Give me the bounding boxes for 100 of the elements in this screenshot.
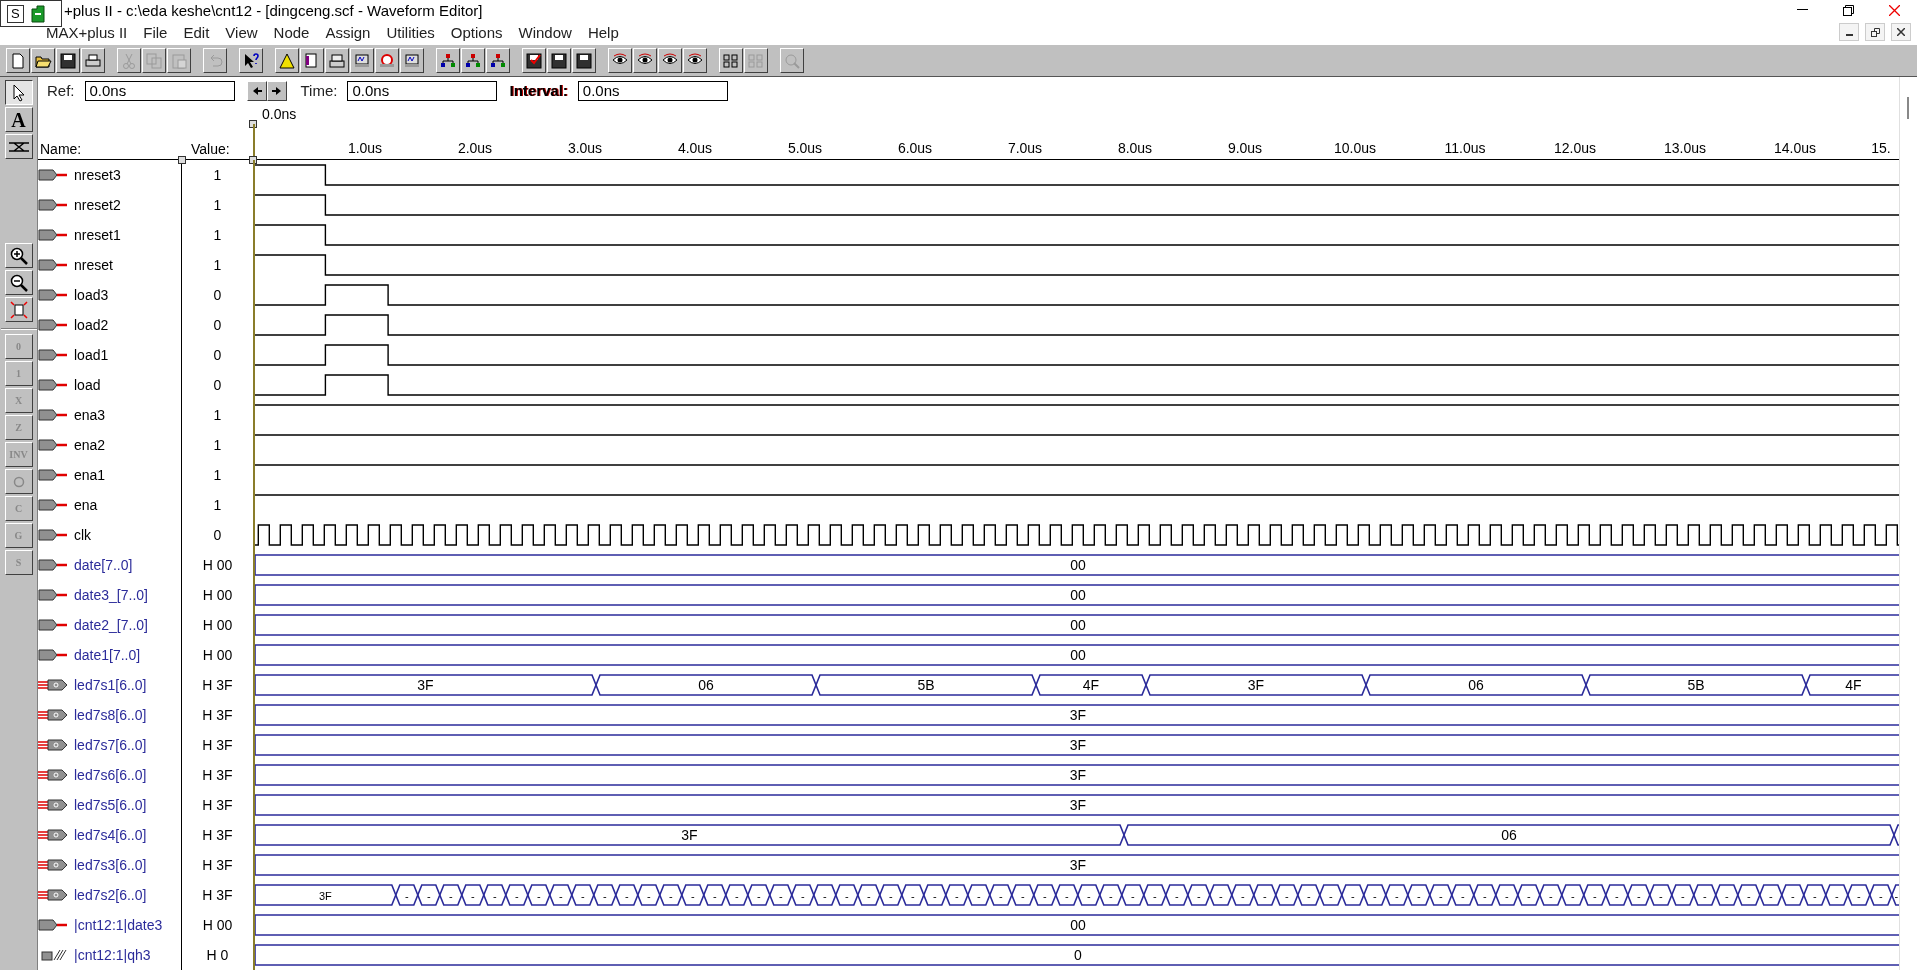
signal-name[interactable]: clk: [74, 527, 92, 543]
signal-name[interactable]: led7s6[6..0]: [74, 767, 147, 783]
signal-name[interactable]: ena3: [74, 407, 106, 423]
toolbar-button[interactable]: [658, 48, 682, 73]
bus-value: 3F: [681, 827, 698, 843]
fit-window-button[interactable]: [4, 297, 33, 322]
toolbar-button[interactable]: [683, 48, 707, 73]
menu-item[interactable]: MAX+plus II: [38, 24, 136, 41]
interval-field[interactable]: 0.0ns: [577, 80, 728, 101]
signal-value: H 00: [201, 586, 234, 605]
signal-name[interactable]: date[7..0]: [74, 557, 133, 573]
toolbar-button[interactable]: [56, 48, 80, 73]
toolbar-button[interactable]: [572, 48, 596, 73]
minimize-button[interactable]: [1839, 23, 1859, 41]
signal-value: H 3F: [201, 856, 234, 875]
time-field[interactable]: 0.0ns: [347, 80, 498, 101]
zoom-in-button[interactable]: [4, 243, 33, 268]
signal-name[interactable]: led7s4[6..0]: [74, 827, 147, 843]
bus-value: 3F: [319, 890, 332, 902]
signal-name[interactable]: nreset2: [74, 197, 121, 213]
signal-name[interactable]: nreset1: [74, 227, 121, 243]
signal-name[interactable]: nreset3: [74, 167, 121, 183]
zoom-out-button[interactable]: [4, 270, 33, 295]
bus-value: -: [1724, 890, 1729, 902]
signal-name[interactable]: ena1: [74, 467, 106, 483]
signal-name[interactable]: ena: [74, 497, 98, 513]
close-button[interactable]: [1891, 23, 1911, 41]
column-handle[interactable]: [178, 156, 186, 164]
menu-item[interactable]: Edit: [175, 24, 218, 41]
signal-name[interactable]: led7s5[6..0]: [74, 797, 147, 813]
ref-field[interactable]: 0.0ns: [84, 80, 235, 101]
toolbar-button[interactable]: [6, 48, 30, 73]
signal-name[interactable]: date2_[7..0]: [74, 617, 148, 633]
next-transition-button[interactable]: [266, 80, 287, 101]
bus-value: -: [1746, 890, 1751, 902]
toolbar-button[interactable]: [522, 48, 546, 73]
cursor-handle[interactable]: [249, 120, 257, 128]
column-handle[interactable]: [249, 156, 257, 164]
app-icon[interactable]: [29, 4, 46, 23]
bus-value: -: [1636, 890, 1641, 902]
signal-name[interactable]: led7s1[6..0]: [74, 677, 147, 693]
tool-button[interactable]: A: [4, 107, 33, 132]
signal-name[interactable]: led7s7[6..0]: [74, 737, 147, 753]
ruler-label: 14.0us: [1774, 140, 1816, 156]
toolbar-button[interactable]: [400, 48, 424, 73]
input-pin-icon: [38, 229, 68, 241]
toolbar-button[interactable]: [275, 48, 299, 73]
toolbar-button[interactable]: [436, 48, 460, 73]
toolbar-button[interactable]: [350, 48, 374, 73]
signal-name[interactable]: led7s8[6..0]: [74, 707, 147, 723]
menu-item[interactable]: Utilities: [378, 24, 443, 41]
menu-item[interactable]: Node: [265, 24, 318, 41]
signal-name[interactable]: load: [74, 377, 101, 393]
toolbar-button[interactable]: [239, 48, 263, 73]
bus-value: 00: [1070, 587, 1086, 603]
menu-item[interactable]: Options: [442, 24, 511, 41]
menu-item[interactable]: View: [217, 24, 266, 41]
signal-name[interactable]: load3: [74, 287, 109, 303]
tool-button[interactable]: [4, 80, 33, 105]
toolbar-button[interactable]: [547, 48, 571, 73]
scroll-thumb[interactable]: [1907, 97, 1909, 119]
menu-item[interactable]: Assign: [317, 24, 379, 41]
bus-value: 00: [1070, 647, 1086, 663]
toolbar-button[interactable]: [31, 48, 55, 73]
toolbar-button[interactable]: [81, 48, 105, 73]
input-pin-icon: [38, 409, 68, 421]
toolbar-button[interactable]: [608, 48, 632, 73]
signal-name[interactable]: load1: [74, 347, 109, 363]
app-badge[interactable]: S: [7, 4, 24, 23]
bus-value: -: [1834, 890, 1839, 902]
toolbar-button[interactable]: [486, 48, 510, 73]
bus-value: 06: [1468, 677, 1484, 693]
signal-name[interactable]: date1[7..0]: [74, 647, 141, 663]
menu-item[interactable]: File: [135, 24, 176, 41]
toolbar-button[interactable]: [719, 48, 743, 73]
ruler-label: 5.0us: [787, 140, 823, 156]
signal-name[interactable]: led7s2[6..0]: [74, 887, 147, 903]
pointer-icon: [11, 83, 26, 102]
signal-name[interactable]: nreset: [74, 257, 113, 273]
bus-value: -: [1306, 890, 1311, 902]
menu-item[interactable]: Window: [510, 24, 580, 41]
bus-value: -: [1064, 890, 1069, 902]
signal-name[interactable]: load2: [74, 317, 109, 333]
signal-name[interactable]: date3_[7..0]: [74, 587, 148, 603]
bus-value: -: [1460, 890, 1465, 902]
toolbar-button[interactable]: [300, 48, 324, 73]
paste-icon: [170, 51, 188, 70]
minimize-icon: [1796, 9, 1808, 11]
previous-transition-button[interactable]: [246, 80, 267, 101]
toolbar-button[interactable]: [375, 48, 399, 73]
input-pin-icon: [38, 499, 68, 511]
toolbar-button[interactable]: [325, 48, 349, 73]
toolbar-button[interactable]: [633, 48, 657, 73]
signal-name[interactable]: |cnt12:1|date3: [74, 917, 163, 933]
signal-name[interactable]: ena2: [74, 437, 106, 453]
toolbar-button[interactable]: [461, 48, 485, 73]
restore-button[interactable]: [1865, 23, 1885, 41]
signal-name[interactable]: led7s3[6..0]: [74, 857, 147, 873]
menu-item[interactable]: Help: [579, 24, 627, 41]
signal-name[interactable]: |cnt12:1|qh3: [74, 947, 151, 963]
